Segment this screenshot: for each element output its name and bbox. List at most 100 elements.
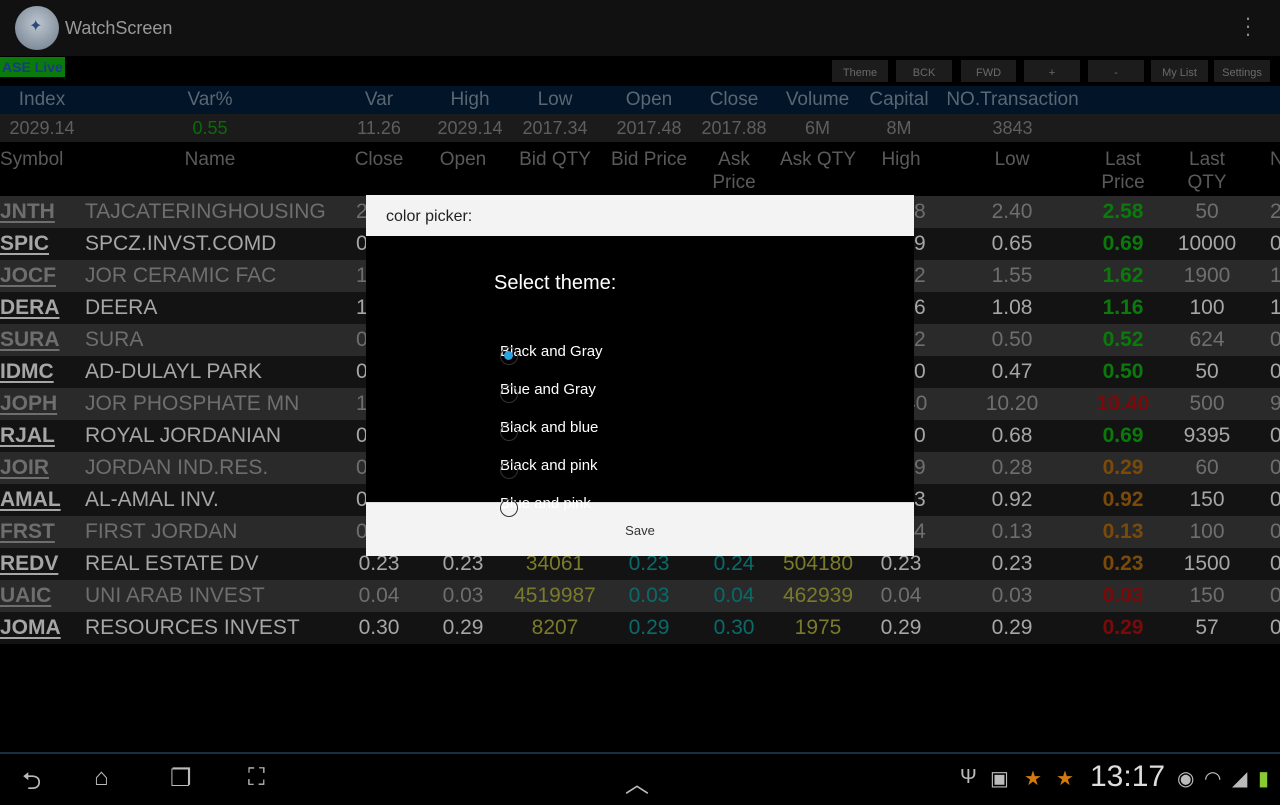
column-header: Ask Price [712,149,756,193]
stock-name: AL-AMAL INV. [85,488,219,511]
column-header: Symbol [0,149,64,170]
stock-name: JOR PHOSPHATE MN [85,392,300,415]
back-icon[interactable]: ⮌ [22,764,41,805]
gallery-icon: ▣ [990,768,1009,790]
radio-button[interactable] [500,347,518,365]
theme-option[interactable]: Blue and pink [500,495,591,525]
cell-low: 0.23 [991,552,1033,575]
cell-next: 0 [1270,328,1280,351]
column-header: Ask QTY [779,149,856,170]
cell-ask-qty: 462939 [782,584,854,607]
symbol-link[interactable]: RJAL [0,424,55,448]
toolbar-button-fwd[interactable]: FWD [961,60,1016,82]
cell-next: 1 [1270,264,1280,287]
toolbar-button-[interactable]: + [1024,60,1080,82]
symbol-link[interactable]: JOPH [0,392,57,416]
column-header: Open [439,149,487,170]
cell-next: 0 [1270,584,1280,607]
theme-option[interactable]: Black and Gray [500,343,603,373]
column-header: Low [994,149,1030,170]
toolbar-button-theme[interactable]: Theme [832,60,888,82]
index-value-cell: 6M [804,118,830,138]
cell-low: 0.65 [991,232,1033,255]
cell-last-qty: 10000 [1177,232,1237,255]
symbol-link[interactable]: SURA [0,328,60,352]
market-badge: ASE Live [0,57,65,77]
symbol-link[interactable]: UAIC [0,584,51,608]
symbol-link[interactable]: JOMA [0,616,61,640]
cell-last: 2.58 [1102,200,1144,223]
symbol-link[interactable]: JOIR [0,456,49,480]
symbol-link[interactable]: FRST [0,520,55,544]
save-button[interactable]: Save [366,502,914,556]
screenshot-icon[interactable]: ⛶ [248,764,265,792]
system-nav-bar: ⮌ ⌂ ❐ ⛶ ︿ Ψ ▣ ★ ★ 13:17 ◉ ◠ ◢ ▮ [0,752,1280,800]
toolbar-button-[interactable]: - [1088,60,1144,82]
cell-low: 0.29 [991,616,1033,639]
cell-last: 0.52 [1102,328,1144,351]
symbol-link[interactable]: REDV [0,552,58,576]
cell-last-qty: 1900 [1183,264,1231,287]
cell-next: 0 [1270,520,1280,543]
index-value-cell: 2017.88 [701,118,767,138]
toolbar-button-mylist[interactable]: My List [1151,60,1208,82]
stock-name: ROYAL JORDANIAN [85,424,282,447]
signal-icon: ◢ [1232,768,1248,790]
index-value-cell: 2017.48 [616,118,682,138]
cell-last: 0.23 [1102,552,1144,575]
index-header-cell: Low [537,89,573,110]
index-header-cell: NO.Transaction [946,89,1079,110]
symbol-link[interactable]: SPIC [0,232,49,256]
theme-option[interactable]: Black and pink [500,457,598,487]
stock-name: UNI ARAB INVEST [85,584,265,607]
index-value-cell: 2017.34 [522,118,588,138]
cell-last: 10.40 [1096,392,1150,415]
theme-option[interactable]: Black and blue [500,419,598,449]
cell-low: 0.28 [991,456,1033,479]
index-value-cell: 3843 [992,118,1033,138]
toolbar-button-bck[interactable]: BCK [896,60,952,82]
app-logo[interactable]: ✦ [15,6,59,50]
radio-button[interactable] [500,461,518,479]
index-header-cell: Capital [869,89,929,110]
index-value-cell: 0.55 [192,118,228,138]
cell-next: 9 [1270,392,1280,415]
table-row[interactable]: UAIC UNI ARAB INVEST 0.04 0.03 4519987 0.03 0.… [0,580,1280,612]
symbol-link[interactable]: AMAL [0,488,61,512]
chevron-up-icon[interactable]: ︿ [625,764,649,799]
column-header: N [1270,149,1280,170]
cell-next: 0 [1270,456,1280,479]
recent-apps-icon[interactable]: ❐ [170,764,192,793]
cell-high: 9 [914,232,926,255]
index-value-cell: 2029.14 [9,118,75,138]
radio-button[interactable] [500,499,518,517]
symbol-link[interactable]: JNTH [0,200,55,224]
cell-low: 10.20 [985,392,1039,415]
theme-option[interactable]: Blue and Gray [500,381,596,411]
cell-next: 0 [1270,552,1280,575]
cell-high: 3 [914,488,926,511]
symbol-link[interactable]: JOCF [0,264,56,288]
home-icon[interactable]: ⌂ [94,764,109,792]
app-title: WatchScreen [65,18,173,38]
index-header-cell: Var% [187,89,233,110]
cell-high: 0.29 [880,616,922,639]
table-row[interactable]: JOMA RESOURCES INVEST 0.30 0.29 8207 0.29 0.30… [0,612,1280,644]
cell-last-qty: 57 [1195,616,1219,639]
cell-low: 0.50 [991,328,1033,351]
cell-last-qty: 150 [1189,488,1225,511]
usb-icon: Ψ [960,766,977,788]
symbol-link[interactable]: DERA [0,296,60,320]
cell-high: 0.04 [880,584,922,607]
toolbar-button-settings[interactable]: Settings [1214,60,1270,82]
cell-last-qty: 60 [1195,456,1219,479]
cell-low: 1.55 [991,264,1033,287]
radio-button[interactable] [500,423,518,441]
cell-high: 0 [914,424,926,447]
overflow-menu-icon[interactable]: · · · [1240,7,1256,45]
radio-button[interactable] [500,385,518,403]
cell-last: 0.92 [1102,488,1144,511]
symbol-link[interactable]: IDMC [0,360,54,384]
index-values: 2029.14 0.55 11.26 2029.14 2017.34 2017.48 201… [0,114,1280,142]
stock-name: DEERA [85,296,158,319]
